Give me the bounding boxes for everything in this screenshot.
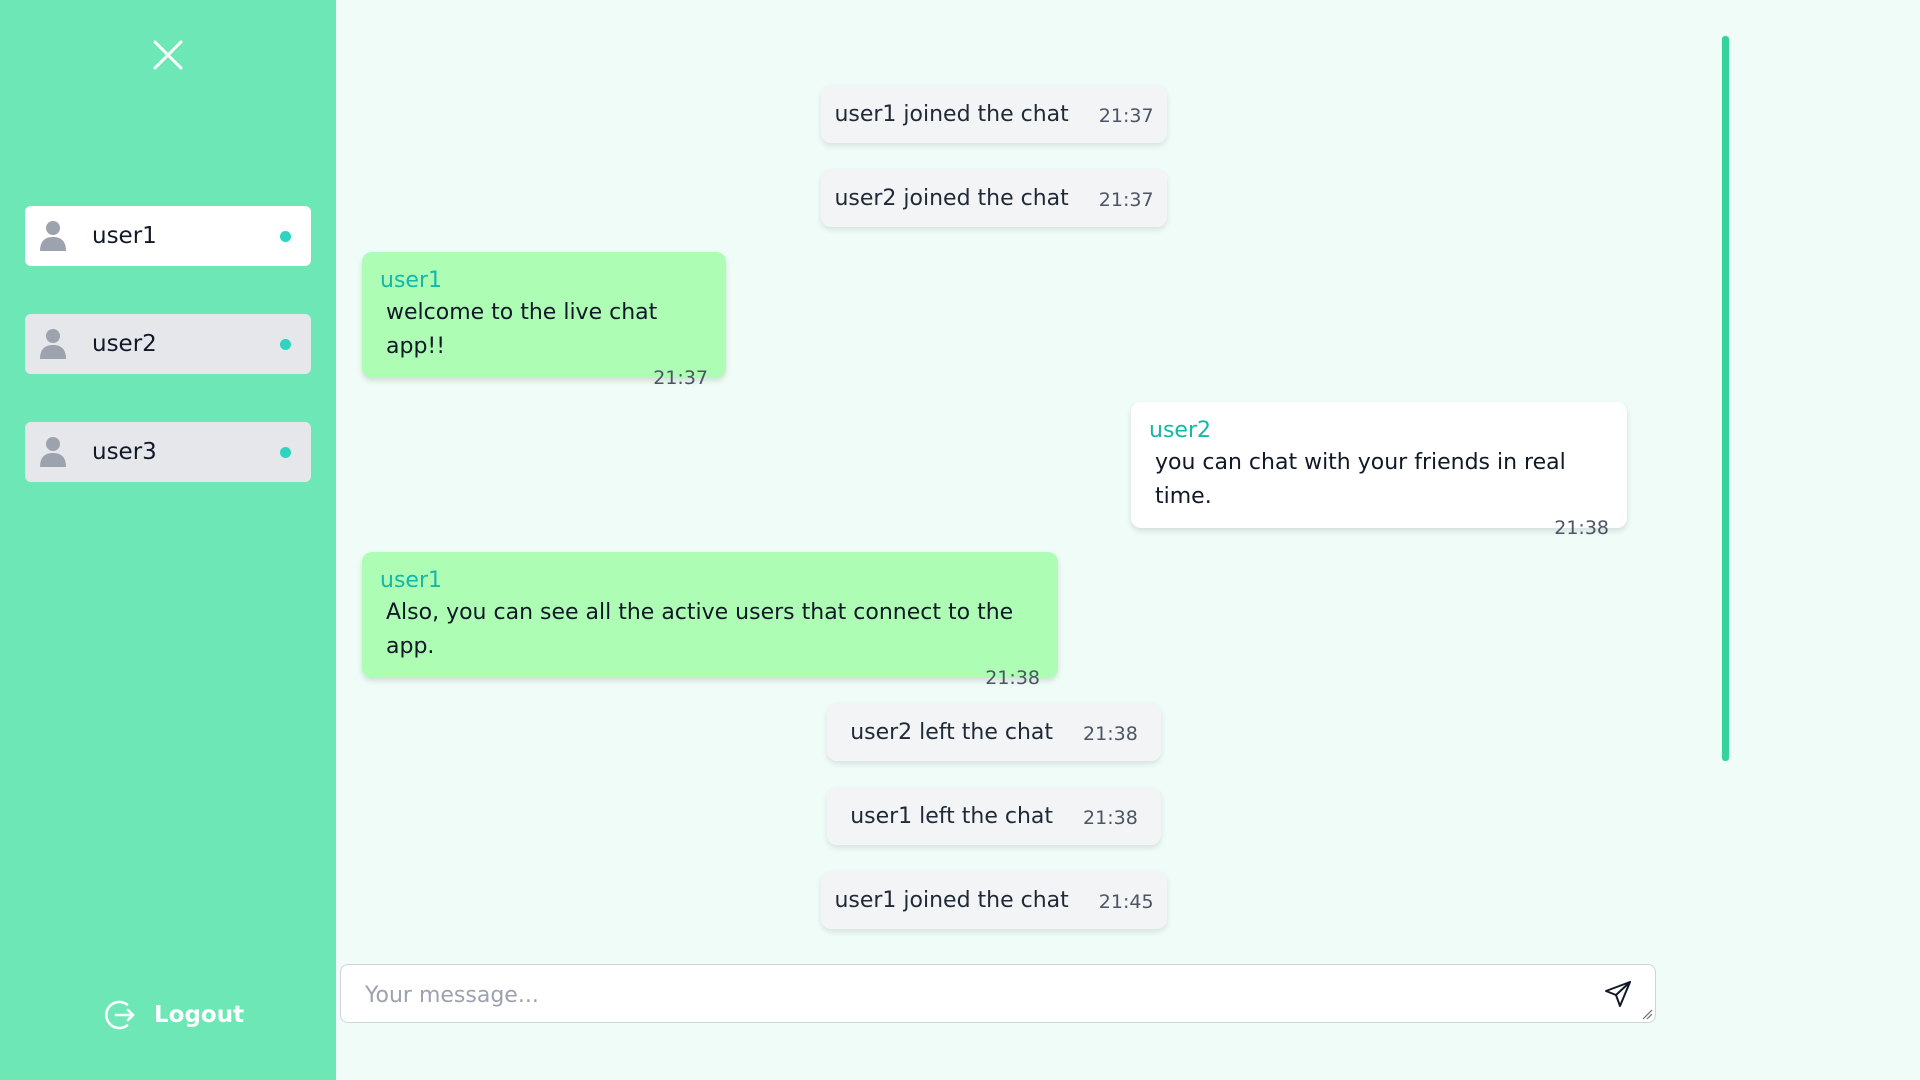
- message-input[interactable]: [363, 977, 1587, 1013]
- system-message-text: user1 joined the chat: [834, 101, 1069, 127]
- user-name: user2: [92, 331, 157, 357]
- system-message-text: user1 joined the chat: [834, 887, 1069, 913]
- user-icon: [39, 328, 67, 360]
- system-message: user1 joined the chat 21:45: [821, 871, 1167, 929]
- close-sidebar-button[interactable]: [151, 38, 185, 72]
- message-composer: [340, 964, 1656, 1023]
- own-message-bubble: user1 Also, you can see all the active u…: [362, 552, 1058, 689]
- system-message: user2 left the chat 21:38: [827, 703, 1161, 761]
- user-icon: [39, 436, 67, 468]
- message-author: user1: [380, 568, 442, 593]
- own-message-bubble: user1 welcome to the live chat app!! 21:…: [362, 252, 726, 389]
- message-time: 21:38: [985, 667, 1040, 689]
- message-text: Also, you can see all the active users t…: [386, 600, 1014, 659]
- user-name: user1: [92, 223, 157, 249]
- user-icon: [39, 220, 67, 252]
- online-status-dot: [280, 231, 291, 242]
- logout-button[interactable]: Logout: [102, 997, 244, 1033]
- message-time: 21:45: [1098, 891, 1154, 913]
- system-message-text: user2 joined the chat: [834, 185, 1069, 211]
- message-time: 21:38: [1554, 517, 1609, 539]
- message-time: 21:37: [1098, 105, 1154, 127]
- online-status-dot: [280, 447, 291, 458]
- online-status-dot: [280, 339, 291, 350]
- sidebar: user1 user2 user3 Logout: [0, 0, 336, 1080]
- message-author: user2: [1149, 418, 1211, 443]
- chat-panel: user1 joined the chat 21:37 user2 joined…: [336, 0, 1920, 1080]
- message-time: 21:37: [1098, 189, 1154, 211]
- system-message-text: user2 left the chat: [850, 719, 1054, 745]
- system-message: user2 joined the chat 21:37: [821, 169, 1167, 227]
- resize-handle-icon[interactable]: [1641, 1008, 1653, 1020]
- user-item-user3[interactable]: user3: [25, 422, 311, 482]
- message-time: 21:38: [1083, 807, 1138, 829]
- logout-icon: [105, 1000, 135, 1030]
- send-button[interactable]: [1603, 979, 1633, 1009]
- system-message-text: user1 left the chat: [850, 803, 1054, 829]
- user-item-user2[interactable]: user2: [25, 314, 311, 374]
- active-users-list: user1 user2 user3: [25, 206, 311, 530]
- close-icon: [153, 40, 183, 70]
- message-time: 21:38: [1083, 723, 1138, 745]
- message-author: user1: [380, 268, 442, 293]
- scrollbar-thumb[interactable]: [1722, 36, 1729, 761]
- send-icon: [1605, 981, 1631, 1007]
- system-message: user1 left the chat 21:38: [827, 787, 1161, 845]
- message-time: 21:37: [653, 367, 708, 389]
- user-item-user1[interactable]: user1: [25, 206, 311, 266]
- message-text: welcome to the live chat app!!: [386, 300, 658, 359]
- message-text: you can chat with your friends in real t…: [1155, 450, 1566, 509]
- incoming-message-bubble: user2 you can chat with your friends in …: [1131, 402, 1627, 539]
- logout-label: Logout: [154, 1002, 245, 1028]
- user-name: user3: [92, 439, 157, 465]
- system-message: user1 joined the chat 21:37: [821, 85, 1167, 143]
